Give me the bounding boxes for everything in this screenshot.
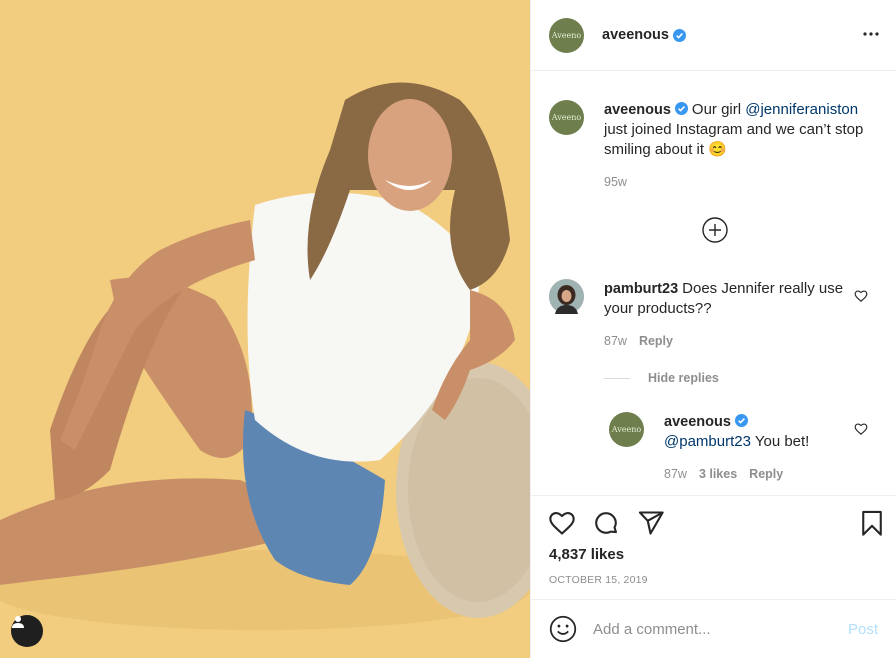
author-username[interactable]: aveenous: [602, 27, 669, 43]
comment-input[interactable]: [593, 620, 848, 638]
caption: Aveeno aveenous Our girl @jenniferaniston…: [549, 100, 878, 160]
author-avatar[interactable]: Aveeno: [549, 17, 584, 53]
reply-item: Aveeno aveenous @pamburt23 You bet!: [609, 412, 878, 452]
like-comment-heart-icon[interactable]: [854, 289, 868, 303]
save-bookmark-icon[interactable]: [858, 509, 886, 537]
verified-badge-icon: [672, 28, 686, 42]
reply-age[interactable]: 87w: [664, 467, 687, 481]
like-reply-heart-icon[interactable]: [854, 422, 868, 436]
comment-composer: Post: [531, 599, 896, 658]
comment-text: pamburt23 Does Jennifer really use your p…: [604, 279, 864, 319]
comment-item: pamburt23 Does Jennifer really use your p…: [549, 279, 878, 319]
user-icon: [12, 616, 24, 628]
comment-reply-button[interactable]: Reply: [639, 334, 673, 348]
caption-username[interactable]: aveenous: [604, 102, 671, 118]
caption-text-end: just joined Instagram and we can’t stop …: [604, 121, 864, 158]
caption-avatar[interactable]: Aveeno: [549, 100, 584, 135]
instagram-post: Aveeno aveenous Aveeno aveenous Our girl …: [0, 0, 896, 658]
reply-text: aveenous @pamburt23 You bet!: [664, 412, 864, 452]
load-more-comments-icon[interactable]: [701, 216, 729, 244]
comment-age[interactable]: 87w: [604, 334, 627, 348]
post-header: Aveeno aveenous: [531, 0, 896, 71]
commenter-avatar[interactable]: [549, 279, 584, 314]
comments-section[interactable]: Aveeno aveenous Our girl @jenniferaniston…: [531, 71, 896, 495]
tagged-user-button[interactable]: [11, 615, 43, 647]
post-actions: 4,837 likes OCTOBER 15, 2019: [531, 495, 896, 599]
reply-username[interactable]: aveenous: [664, 414, 731, 430]
reply-likes[interactable]: 3 likes: [699, 467, 737, 481]
comment-meta: 87w Reply: [604, 334, 673, 348]
caption-text-start: Our girl: [691, 101, 746, 118]
more-horizontal-icon: [863, 32, 879, 36]
hide-replies-line: [604, 377, 630, 379]
post-sidebar: Aveeno aveenous Aveeno aveenous Our girl …: [530, 0, 896, 658]
reply-body: You bet!: [750, 433, 810, 450]
caption-age[interactable]: 95w: [604, 175, 627, 189]
post-comment-button[interactable]: Post: [848, 621, 878, 638]
comment-bubble-icon[interactable]: [592, 509, 620, 537]
likes-count[interactable]: 4,837 likes: [549, 546, 624, 563]
emoji-smiley-icon[interactable]: [549, 615, 577, 643]
comment-username[interactable]: pamburt23: [604, 281, 678, 297]
photo-illustration: [0, 0, 530, 658]
more-options-button[interactable]: [860, 24, 882, 44]
caption-text: aveenous Our girl @jenniferaniston just j…: [604, 100, 864, 160]
post-photo[interactable]: [0, 0, 530, 658]
caption-meta: 95w: [604, 175, 627, 189]
like-heart-icon[interactable]: [548, 509, 576, 537]
verified-badge-icon: [734, 414, 748, 427]
hide-replies-label: Hide replies: [648, 371, 719, 385]
share-paper-plane-icon[interactable]: [637, 509, 665, 537]
reply-mention[interactable]: @pamburt23: [664, 433, 751, 450]
profile-photo-icon: [549, 279, 584, 314]
caption-mention[interactable]: @jenniferaniston: [745, 101, 858, 118]
post-date[interactable]: OCTOBER 15, 2019: [549, 574, 648, 586]
reply-avatar[interactable]: Aveeno: [609, 412, 644, 447]
hide-replies-button[interactable]: Hide replies: [604, 371, 719, 385]
reply-meta: 87w 3 likes Reply: [664, 467, 783, 481]
verified-badge-icon: [674, 102, 688, 115]
reply-reply-button[interactable]: Reply: [749, 467, 783, 481]
